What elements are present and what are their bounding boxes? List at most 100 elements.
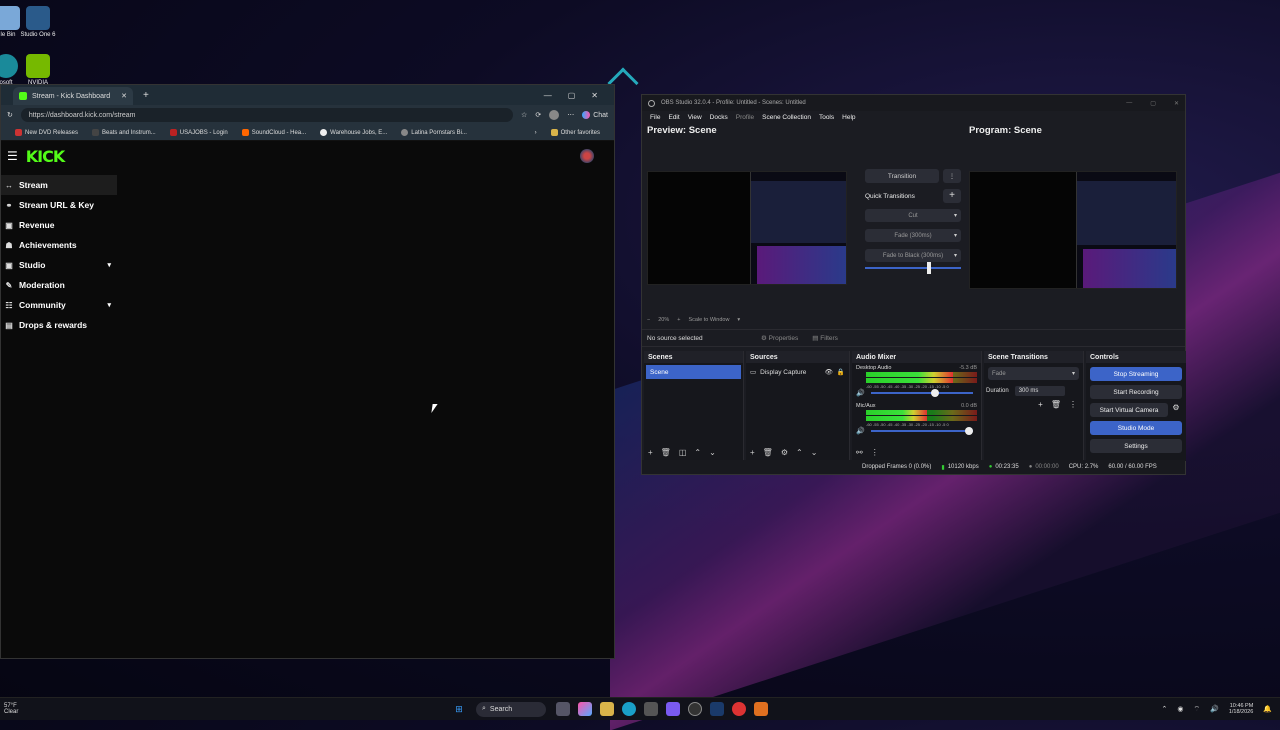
bookmark-0[interactable]: New DVD Releases: [15, 129, 78, 136]
kick-logo[interactable]: KICK: [26, 147, 65, 166]
properties-button[interactable]: ⚙ Properties: [761, 334, 798, 342]
settings-button[interactable]: Settings: [1090, 439, 1182, 453]
maximize-icon[interactable]: ▢: [1150, 100, 1156, 107]
sidebar-item-stream-url-key[interactable]: ⚭ Stream URL & Key: [1, 195, 117, 215]
windows-start-icon[interactable]: ⊞: [452, 702, 466, 716]
link-icon[interactable]: ⚯: [856, 448, 863, 457]
menu-tools[interactable]: Tools: [819, 114, 834, 121]
trash-icon[interactable]: 🗑: [1051, 400, 1061, 409]
chevron-down-icon[interactable]: ▾: [107, 301, 111, 309]
sidebar-item-moderation[interactable]: ✎ Moderation: [1, 275, 117, 295]
add-icon[interactable]: +: [1038, 400, 1043, 409]
scale-select[interactable]: Scale to Window: [688, 317, 729, 323]
menu-docks[interactable]: Docks: [710, 114, 728, 121]
user-avatar[interactable]: [580, 149, 594, 163]
visibility-eye-icon[interactable]: 👁: [825, 368, 833, 376]
speaker-icon[interactable]: 🔊: [856, 389, 865, 397]
volume-slider[interactable]: [870, 389, 973, 397]
volume-icon[interactable]: 🔊: [1210, 705, 1219, 713]
sidebar-item-community[interactable]: ☷ Community ▾: [1, 295, 117, 315]
bookmark-4[interactable]: Warehouse Jobs, E...: [320, 129, 387, 136]
bookmark-2[interactable]: USAJOBS - Login: [169, 129, 228, 136]
add-icon[interactable]: +: [648, 448, 653, 457]
steam-icon[interactable]: [710, 702, 724, 716]
move-down-icon[interactable]: ⌄: [811, 448, 818, 457]
move-down-icon[interactable]: ⌄: [709, 448, 716, 457]
menu-help[interactable]: Help: [842, 114, 855, 121]
zoom-in-icon[interactable]: +: [677, 317, 680, 323]
quick-transition-fade[interactable]: Fade (300ms): [865, 229, 961, 242]
file-explorer-icon[interactable]: [600, 702, 614, 716]
zoom-out-icon[interactable]: −: [647, 317, 650, 323]
notification-bell-icon[interactable]: 🔔: [1263, 705, 1272, 713]
more-menu-icon[interactable]: ⋮: [1069, 400, 1077, 409]
bookmark-3[interactable]: SoundCloud - Hea...: [241, 129, 306, 136]
duration-input[interactable]: 300 ms: [1014, 386, 1065, 396]
favorite-star-icon[interactable]: ☆: [521, 111, 527, 119]
start-recording-button[interactable]: Start Recording: [1090, 385, 1182, 399]
stop-streaming-button[interactable]: Stop Streaming: [1090, 367, 1182, 381]
transition-button[interactable]: Transition: [865, 169, 939, 183]
task-view-icon[interactable]: [556, 702, 570, 716]
gear-icon[interactable]: ⚙: [781, 448, 788, 457]
preview-display[interactable]: [647, 171, 847, 285]
chevron-down-icon[interactable]: ▾: [107, 261, 111, 269]
hamburger-menu-icon[interactable]: ☰: [7, 149, 18, 163]
quick-transition-cut[interactable]: Cut: [865, 209, 961, 222]
close-window-icon[interactable]: ✕: [591, 91, 598, 100]
menu-profile[interactable]: Profile: [736, 114, 754, 121]
chevron-down-icon[interactable]: ▾: [737, 317, 740, 323]
menu-view[interactable]: View: [688, 114, 702, 121]
trash-icon[interactable]: 🗑: [763, 448, 773, 457]
chrome-icon[interactable]: [732, 702, 746, 716]
sidebar-item-stream[interactable]: ↔ Stream: [1, 175, 117, 195]
network-icon[interactable]: ◉: [1177, 705, 1183, 713]
lock-icon[interactable]: 🔒: [837, 368, 845, 376]
browser-tab-kick[interactable]: Stream - Kick Dashboard ✕: [13, 87, 133, 105]
chevron-up-icon[interactable]: ⌃: [1162, 705, 1168, 713]
close-tab-icon[interactable]: ✕: [121, 92, 127, 100]
clock[interactable]: 10:46 PM 1/18/2026: [1229, 703, 1253, 715]
obs-taskbar-icon[interactable]: [688, 702, 702, 716]
edge-icon[interactable]: [622, 702, 636, 716]
app-icon[interactable]: [754, 702, 768, 716]
maximize-icon[interactable]: ▢: [568, 91, 576, 100]
trash-icon[interactable]: 🗑: [661, 448, 671, 457]
copilot-chat-button[interactable]: Chat: [582, 111, 608, 119]
desktop-icon-studio-one[interactable]: Studio One 6: [8, 6, 68, 38]
source-item[interactable]: ▭ Display Capture 👁 🔒: [746, 365, 849, 379]
add-icon[interactable]: +: [750, 448, 755, 457]
bookmarks-overflow-icon[interactable]: ›: [535, 130, 537, 136]
transition-slider-handle[interactable]: [927, 262, 931, 274]
other-favorites[interactable]: Other favorites: [550, 129, 600, 136]
volume-slider-knob[interactable]: [964, 427, 973, 435]
store-icon[interactable]: [644, 702, 658, 716]
sidebar-item-revenue[interactable]: ▣ Revenue: [1, 215, 117, 235]
move-up-icon[interactable]: ⌃: [796, 448, 803, 457]
quick-transition-fade-black[interactable]: Fade to Black (300ms): [865, 249, 961, 262]
sidebar-item-drops-rewards[interactable]: ▤ Drops & rewards: [1, 315, 117, 335]
close-window-icon[interactable]: ✕: [1174, 100, 1179, 107]
chat-app-icon[interactable]: [666, 702, 680, 716]
speaker-icon[interactable]: 🔊: [856, 427, 865, 435]
new-tab-icon[interactable]: +: [143, 90, 149, 101]
copilot-icon[interactable]: [578, 702, 592, 716]
more-menu-icon[interactable]: ⋮: [871, 448, 879, 457]
sidebar-item-studio[interactable]: ▣ Studio ▾: [1, 255, 117, 275]
weather-widget[interactable]: 57°F Clear: [4, 703, 44, 715]
menu-edit[interactable]: Edit: [668, 114, 679, 121]
filter-icon[interactable]: ◫: [679, 448, 687, 457]
gear-icon[interactable]: ⚙: [1170, 403, 1182, 417]
menu-file[interactable]: File: [650, 114, 660, 121]
transition-select[interactable]: Fade: [988, 367, 1079, 380]
minimize-icon[interactable]: —: [1126, 100, 1132, 107]
desktop-icon-nvidia[interactable]: NVIDIA: [8, 54, 68, 86]
bookmark-5[interactable]: Latina Pornstars Bi...: [401, 129, 467, 136]
scene-item[interactable]: Scene: [646, 365, 741, 379]
wifi-icon[interactable]: ⌔: [1194, 705, 1201, 714]
transition-slider[interactable]: [865, 262, 961, 274]
minimize-icon[interactable]: —: [544, 91, 552, 100]
menu-scene-collection[interactable]: Scene Collection: [762, 114, 811, 121]
refresh-icon[interactable]: ↻: [7, 111, 13, 119]
bookmark-1[interactable]: Beats and Instrum...: [92, 129, 156, 136]
